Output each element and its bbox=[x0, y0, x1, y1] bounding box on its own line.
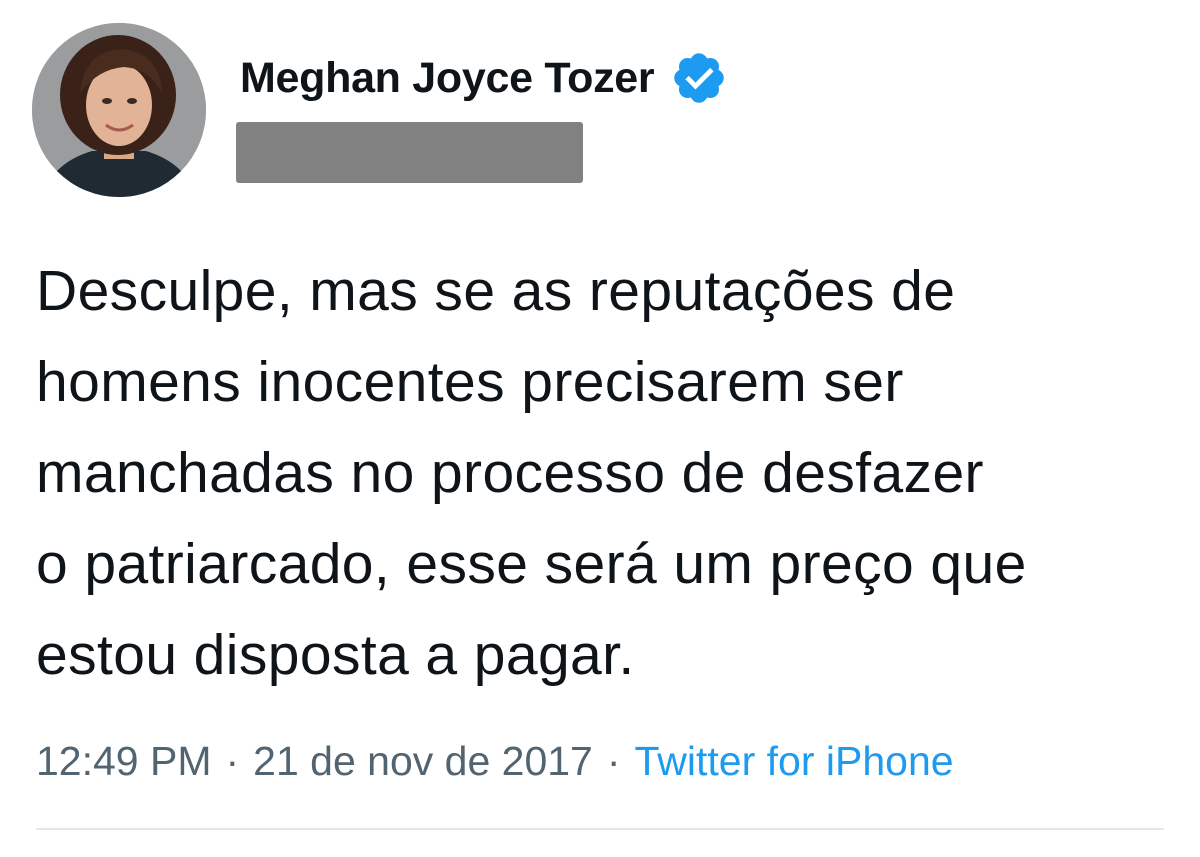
author-header: Meghan Joyce Tozer bbox=[240, 48, 728, 108]
divider bbox=[36, 828, 1164, 830]
avatar-photo bbox=[32, 23, 206, 197]
tweet-date[interactable]: 21 de nov de 2017 bbox=[253, 738, 593, 785]
tweet-text: Desculpe, mas se as reputações de homens… bbox=[36, 259, 1027, 687]
meta-separator: · bbox=[606, 737, 621, 784]
avatar[interactable] bbox=[32, 23, 206, 197]
meta-separator: · bbox=[225, 737, 240, 784]
author-name[interactable]: Meghan Joyce Tozer bbox=[240, 54, 655, 103]
tweet-card: Meghan Joyce Tozer Desculpe, mas se as r… bbox=[0, 0, 1200, 857]
handle-redaction bbox=[236, 122, 583, 183]
tweet-time[interactable]: 12:49 PM bbox=[36, 738, 212, 785]
tweet-source-link[interactable]: Twitter for iPhone bbox=[635, 738, 954, 785]
verified-badge-icon bbox=[670, 49, 728, 107]
tweet-meta: 12:49 PM · 21 de nov de 2017 · Twitter f… bbox=[36, 734, 954, 788]
